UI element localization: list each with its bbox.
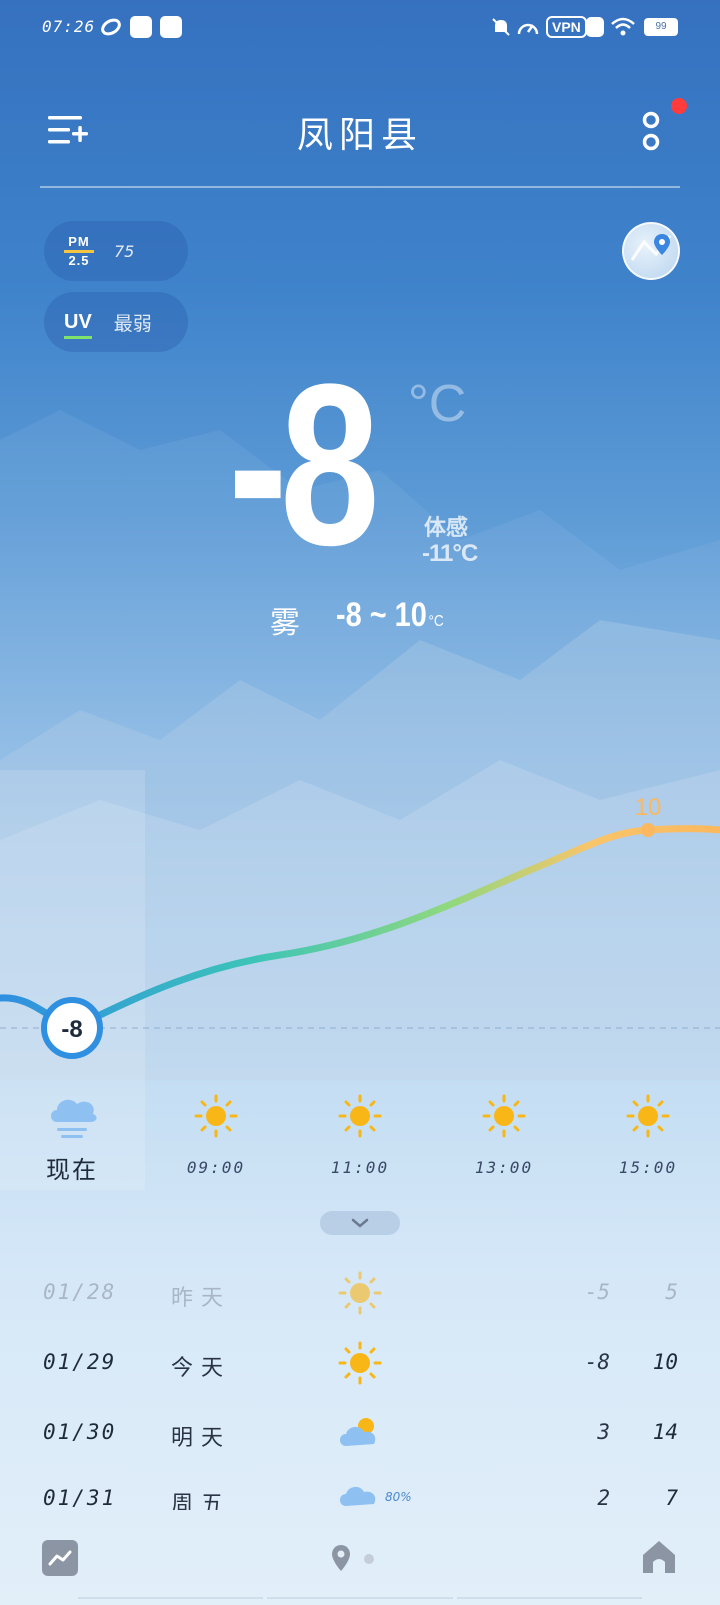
- day-high: 5: [665, 1280, 678, 1304]
- daily-forecast: 01/28 昨天 -5 5 01/29 今天 -8 10 01/30 明天 3 …: [0, 1262, 720, 1510]
- sun-icon: [449, 1090, 559, 1142]
- day-low: 3: [597, 1420, 610, 1444]
- day-date: 01/31: [43, 1486, 117, 1510]
- pm25-label-bottom: 2.5: [68, 252, 90, 268]
- day-high: 7: [665, 1486, 678, 1510]
- sun-icon: [161, 1090, 271, 1142]
- feels-like-value: -11°C: [422, 540, 478, 567]
- pm25-pill[interactable]: PM 2.5 75: [44, 221, 188, 281]
- header-divider: [40, 186, 680, 188]
- vpn-icon: VPN: [546, 16, 587, 38]
- hour-label: 13:00: [474, 1158, 534, 1177]
- day-name: 今天: [171, 1356, 232, 1381]
- uv-pill[interactable]: UV 最弱: [44, 292, 188, 352]
- day-row-friday[interactable]: 01/31 周五 80% 2 7: [0, 1468, 720, 1510]
- uv-label: UV: [64, 310, 92, 339]
- precip-chance: 80%: [385, 1490, 412, 1504]
- day-date: 01/28: [43, 1280, 117, 1304]
- day-row-today[interactable]: 01/29 今天 -8 10: [0, 1332, 720, 1402]
- more-icon[interactable]: [636, 108, 666, 154]
- hour-item[interactable]: 11:00: [305, 1090, 415, 1177]
- condition-row: 雾 -8 ~ 10 °C: [0, 596, 720, 642]
- status-time: 07:26: [42, 17, 96, 36]
- uv-value: 最弱: [113, 312, 152, 335]
- day-low: 2: [597, 1486, 610, 1510]
- pm25-value: 75: [114, 241, 135, 261]
- day-row-tomorrow[interactable]: 01/30 明天 3 14: [0, 1402, 720, 1472]
- mute-icon: [490, 16, 512, 38]
- pm25-label: PM 2.5: [64, 233, 94, 268]
- app-icon: [100, 16, 122, 38]
- feels-like-label: 体感: [424, 516, 469, 541]
- trend-chart-icon: [48, 1550, 72, 1566]
- notification-dot: [671, 98, 687, 114]
- sun-icon: [593, 1090, 703, 1142]
- temperature-range-value: -8 ~ 10: [336, 596, 427, 634]
- fog-icon: [17, 1090, 127, 1142]
- day-name: 周五: [171, 1492, 232, 1510]
- page-indicator-dot: [364, 1554, 374, 1564]
- expand-button[interactable]: [320, 1211, 400, 1235]
- temperature-curve: 10 -8: [0, 794, 720, 1059]
- sun-icon: [305, 1090, 415, 1142]
- hour-item[interactable]: 15:00: [593, 1090, 703, 1177]
- hour-item-now[interactable]: 现在: [17, 1090, 127, 1185]
- temperature-unit: °C: [408, 375, 467, 433]
- location-pin-icon: [332, 1545, 350, 1571]
- day-date: 01/30: [43, 1420, 117, 1444]
- hour-label-now: 现在: [46, 1156, 98, 1184]
- curve-line: [0, 825, 720, 1032]
- hour-label: 11:00: [330, 1158, 390, 1177]
- header: 凤阳县: [0, 96, 720, 166]
- speed-icon: [516, 16, 540, 38]
- sun-icon: [338, 1341, 382, 1385]
- condition-text: 雾: [270, 606, 300, 641]
- hour-label: 09:00: [186, 1158, 246, 1177]
- chevron-down-icon: [351, 1218, 369, 1228]
- current-temperature: -8: [228, 336, 380, 593]
- hour-item[interactable]: 09:00: [161, 1090, 271, 1177]
- wifi-icon: [610, 16, 636, 38]
- city-title[interactable]: 凤阳县: [0, 106, 720, 158]
- shop-icon: [160, 16, 182, 38]
- day-date: 01/29: [43, 1350, 117, 1374]
- battery-icon: 99: [644, 18, 678, 36]
- trend-button[interactable]: [42, 1540, 78, 1576]
- home-icon[interactable]: [640, 1538, 678, 1576]
- map-button[interactable]: [622, 222, 680, 280]
- sun-icon: [338, 1271, 382, 1315]
- cloud-icon: [340, 1486, 376, 1506]
- hour-label: 15:00: [618, 1158, 678, 1177]
- day-high: 10: [652, 1350, 678, 1374]
- day-name: 昨天: [171, 1286, 232, 1311]
- max-value-label: 10: [635, 794, 662, 821]
- day-row-yesterday[interactable]: 01/28 昨天 -5 5: [0, 1262, 720, 1332]
- pm25-label-top: PM: [68, 233, 90, 249]
- day-low: -5: [584, 1280, 610, 1304]
- temperature-range-unit: °C: [428, 613, 444, 630]
- bottom-bar: [0, 1520, 720, 1600]
- now-value-label: -8: [61, 1016, 82, 1043]
- day-low: -8: [584, 1350, 610, 1374]
- baidu-icon: [130, 16, 152, 38]
- max-point: [641, 823, 655, 837]
- temperature-range: -8 ~ 10 °C: [336, 596, 444, 635]
- hour-item[interactable]: 13:00: [449, 1090, 559, 1177]
- map-pin-icon: [630, 234, 672, 261]
- hourly-forecast: 现在 09:00 11:00 13:00 15:00: [0, 1090, 720, 1190]
- status-bar: 07:26 VPN 99: [0, 0, 720, 56]
- day-high: 14: [652, 1420, 678, 1444]
- uv-label-text: UV: [64, 310, 92, 333]
- bottom-tab-lines: [78, 1597, 642, 1601]
- day-name: 明天: [171, 1426, 232, 1451]
- partly-cloudy-icon: [340, 1418, 376, 1446]
- close-box-icon: [586, 16, 604, 38]
